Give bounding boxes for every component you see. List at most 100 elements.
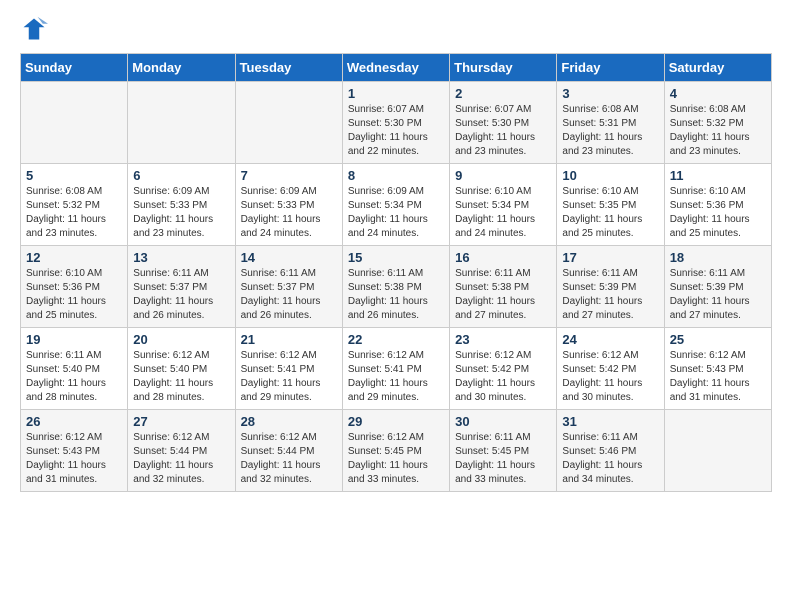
cell-info: Sunrise: 6:12 AM Sunset: 5:43 PM Dayligh… — [26, 431, 122, 487]
cell-info: Sunrise: 6:12 AM Sunset: 5:44 PM Dayligh… — [241, 431, 337, 487]
logo — [20, 15, 52, 43]
day-number: 10 — [562, 168, 658, 183]
cell-info: Sunrise: 6:11 AM Sunset: 5:37 PM Dayligh… — [133, 267, 229, 323]
calendar-cell — [128, 82, 235, 164]
day-number: 17 — [562, 250, 658, 265]
calendar-cell: 4 Sunrise: 6:08 AM Sunset: 5:32 PM Daylig… — [664, 82, 771, 164]
calendar-cell: 31 Sunrise: 6:11 AM Sunset: 5:46 PM Dayli… — [557, 410, 664, 492]
cell-info: Sunrise: 6:10 AM Sunset: 5:35 PM Dayligh… — [562, 185, 658, 241]
calendar-cell: 7 Sunrise: 6:09 AM Sunset: 5:33 PM Daylig… — [235, 164, 342, 246]
day-number: 4 — [670, 86, 766, 101]
day-number: 15 — [348, 250, 444, 265]
day-number: 16 — [455, 250, 551, 265]
cell-info: Sunrise: 6:09 AM Sunset: 5:34 PM Dayligh… — [348, 185, 444, 241]
day-number: 18 — [670, 250, 766, 265]
cell-info: Sunrise: 6:11 AM Sunset: 5:40 PM Dayligh… — [26, 349, 122, 405]
day-number: 26 — [26, 414, 122, 429]
cell-info: Sunrise: 6:12 AM Sunset: 5:41 PM Dayligh… — [348, 349, 444, 405]
calendar-cell: 29Sunrise: 6:12 AM Sunset: 5:45 PM Dayli… — [342, 410, 449, 492]
calendar-cell: 28 Sunrise: 6:12 AM Sunset: 5:44 PM Dayli… — [235, 410, 342, 492]
cell-info: Sunrise: 6:09 AM Sunset: 5:33 PM Dayligh… — [241, 185, 337, 241]
calendar-cell: 6 Sunrise: 6:09 AM Sunset: 5:33 PM Daylig… — [128, 164, 235, 246]
weekday-tuesday: Tuesday — [235, 54, 342, 82]
weekday-friday: Friday — [557, 54, 664, 82]
day-number: 29 — [348, 414, 444, 429]
cell-info: Sunrise: 6:12 AM Sunset: 5:44 PM Dayligh… — [133, 431, 229, 487]
day-number: 22 — [348, 332, 444, 347]
weekday-monday: Monday — [128, 54, 235, 82]
weekday-header-row: SundayMondayTuesdayWednesdayThursdayFrid… — [21, 54, 772, 82]
calendar-table: SundayMondayTuesdayWednesdayThursdayFrid… — [20, 53, 772, 492]
cell-info: Sunrise: 6:10 AM Sunset: 5:36 PM Dayligh… — [26, 267, 122, 323]
calendar-cell: 25Sunrise: 6:12 AM Sunset: 5:43 PM Dayli… — [664, 328, 771, 410]
cell-info: Sunrise: 6:12 AM Sunset: 5:42 PM Dayligh… — [562, 349, 658, 405]
day-number: 13 — [133, 250, 229, 265]
calendar-cell: 8 Sunrise: 6:09 AM Sunset: 5:34 PM Daylig… — [342, 164, 449, 246]
day-number: 2 — [455, 86, 551, 101]
day-number: 3 — [562, 86, 658, 101]
calendar-cell: 10 Sunrise: 6:10 AM Sunset: 5:35 PM Dayli… — [557, 164, 664, 246]
day-number: 27 — [133, 414, 229, 429]
calendar-cell: 22 Sunrise: 6:12 AM Sunset: 5:41 PM Dayli… — [342, 328, 449, 410]
day-number: 31 — [562, 414, 658, 429]
week-row-3: 19Sunrise: 6:11 AM Sunset: 5:40 PM Dayli… — [21, 328, 772, 410]
week-row-2: 12 Sunrise: 6:10 AM Sunset: 5:36 PM Dayli… — [21, 246, 772, 328]
calendar-cell: 17 Sunrise: 6:11 AM Sunset: 5:39 PM Dayli… — [557, 246, 664, 328]
cell-info: Sunrise: 6:07 AM Sunset: 5:30 PM Dayligh… — [348, 103, 444, 159]
day-number: 23 — [455, 332, 551, 347]
weekday-saturday: Saturday — [664, 54, 771, 82]
calendar-cell: 21 Sunrise: 6:12 AM Sunset: 5:41 PM Dayli… — [235, 328, 342, 410]
calendar-cell: 11 Sunrise: 6:10 AM Sunset: 5:36 PM Dayli… — [664, 164, 771, 246]
logo-icon — [20, 15, 48, 43]
cell-info: Sunrise: 6:10 AM Sunset: 5:36 PM Dayligh… — [670, 185, 766, 241]
weekday-thursday: Thursday — [450, 54, 557, 82]
day-number: 8 — [348, 168, 444, 183]
day-number: 21 — [241, 332, 337, 347]
day-number: 9 — [455, 168, 551, 183]
day-number: 7 — [241, 168, 337, 183]
cell-info: Sunrise: 6:12 AM Sunset: 5:40 PM Dayligh… — [133, 349, 229, 405]
calendar-cell — [21, 82, 128, 164]
day-number: 11 — [670, 168, 766, 183]
day-number: 28 — [241, 414, 337, 429]
calendar-cell: 16 Sunrise: 6:11 AM Sunset: 5:38 PM Dayli… — [450, 246, 557, 328]
cell-info: Sunrise: 6:11 AM Sunset: 5:39 PM Dayligh… — [670, 267, 766, 323]
day-number: 12 — [26, 250, 122, 265]
day-number: 14 — [241, 250, 337, 265]
calendar-cell: 5Sunrise: 6:08 AM Sunset: 5:32 PM Daylig… — [21, 164, 128, 246]
day-number: 6 — [133, 168, 229, 183]
cell-info: Sunrise: 6:11 AM Sunset: 5:45 PM Dayligh… — [455, 431, 551, 487]
calendar-cell: 2 Sunrise: 6:07 AM Sunset: 5:30 PM Daylig… — [450, 82, 557, 164]
calendar-cell: 13 Sunrise: 6:11 AM Sunset: 5:37 PM Dayli… — [128, 246, 235, 328]
cell-info: Sunrise: 6:12 AM Sunset: 5:42 PM Dayligh… — [455, 349, 551, 405]
calendar-cell: 1 Sunrise: 6:07 AM Sunset: 5:30 PM Daylig… — [342, 82, 449, 164]
calendar-cell: 20 Sunrise: 6:12 AM Sunset: 5:40 PM Dayli… — [128, 328, 235, 410]
cell-info: Sunrise: 6:11 AM Sunset: 5:38 PM Dayligh… — [455, 267, 551, 323]
calendar-cell: 18 Sunrise: 6:11 AM Sunset: 5:39 PM Dayli… — [664, 246, 771, 328]
week-row-4: 26 Sunrise: 6:12 AM Sunset: 5:43 PM Dayli… — [21, 410, 772, 492]
day-number: 1 — [348, 86, 444, 101]
calendar-cell: 12 Sunrise: 6:10 AM Sunset: 5:36 PM Dayli… — [21, 246, 128, 328]
calendar-cell: 14 Sunrise: 6:11 AM Sunset: 5:37 PM Dayli… — [235, 246, 342, 328]
calendar-cell: 9Sunrise: 6:10 AM Sunset: 5:34 PM Daylig… — [450, 164, 557, 246]
calendar-cell — [664, 410, 771, 492]
cell-info: Sunrise: 6:11 AM Sunset: 5:39 PM Dayligh… — [562, 267, 658, 323]
cell-info: Sunrise: 6:12 AM Sunset: 5:43 PM Dayligh… — [670, 349, 766, 405]
weekday-wednesday: Wednesday — [342, 54, 449, 82]
cell-info: Sunrise: 6:07 AM Sunset: 5:30 PM Dayligh… — [455, 103, 551, 159]
cell-info: Sunrise: 6:08 AM Sunset: 5:32 PM Dayligh… — [26, 185, 122, 241]
cell-info: Sunrise: 6:08 AM Sunset: 5:32 PM Dayligh… — [670, 103, 766, 159]
calendar-cell: 19Sunrise: 6:11 AM Sunset: 5:40 PM Dayli… — [21, 328, 128, 410]
calendar-cell — [235, 82, 342, 164]
week-row-0: 1 Sunrise: 6:07 AM Sunset: 5:30 PM Daylig… — [21, 82, 772, 164]
cell-info: Sunrise: 6:08 AM Sunset: 5:31 PM Dayligh… — [562, 103, 658, 159]
cell-info: Sunrise: 6:11 AM Sunset: 5:37 PM Dayligh… — [241, 267, 337, 323]
cell-info: Sunrise: 6:11 AM Sunset: 5:46 PM Dayligh… — [562, 431, 658, 487]
calendar-cell: 3 Sunrise: 6:08 AM Sunset: 5:31 PM Daylig… — [557, 82, 664, 164]
cell-info: Sunrise: 6:12 AM Sunset: 5:41 PM Dayligh… — [241, 349, 337, 405]
calendar-cell: 24Sunrise: 6:12 AM Sunset: 5:42 PM Dayli… — [557, 328, 664, 410]
calendar-cell: 23 Sunrise: 6:12 AM Sunset: 5:42 PM Dayli… — [450, 328, 557, 410]
week-row-1: 5Sunrise: 6:08 AM Sunset: 5:32 PM Daylig… — [21, 164, 772, 246]
cell-info: Sunrise: 6:09 AM Sunset: 5:33 PM Dayligh… — [133, 185, 229, 241]
day-number: 20 — [133, 332, 229, 347]
